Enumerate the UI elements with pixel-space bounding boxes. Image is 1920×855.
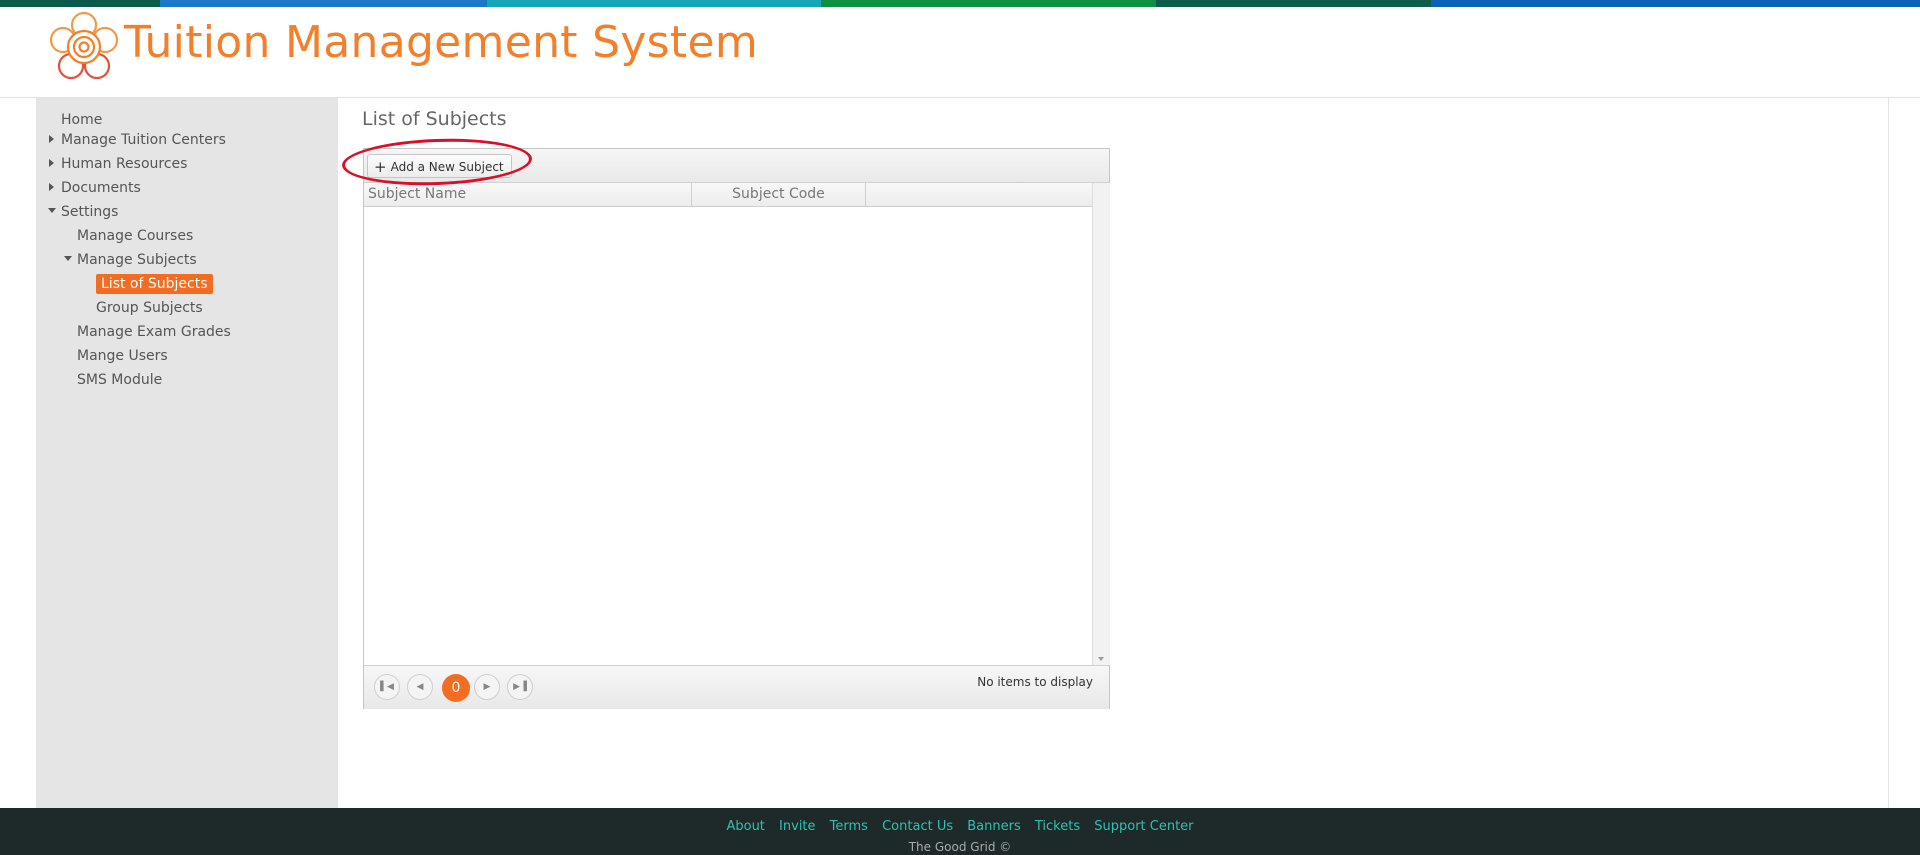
next-page-button[interactable]: ▶ — [474, 674, 500, 700]
flower-logo-icon[interactable] — [48, 11, 120, 83]
sidebar-item-human-resources[interactable]: Human Resources — [61, 154, 187, 174]
topbar-segment — [1431, 0, 1920, 7]
sidebar-item-sms-module[interactable]: SMS Module — [77, 370, 162, 390]
sidebar-item-list-of-subjects[interactable]: List of Subjects — [96, 274, 213, 294]
column-actions — [865, 183, 1093, 206]
subjects-grid: + Add a New Subject Subject Name Subject … — [363, 148, 1110, 709]
first-page-icon: ▌◀ — [380, 682, 394, 692]
collapse-arrow-icon[interactable] — [64, 256, 72, 261]
topbar-segment — [821, 0, 1156, 7]
first-page-button[interactable]: ▌◀ — [374, 674, 400, 700]
app-title: Tuition Management System — [124, 17, 758, 68]
pager-info: No items to display — [977, 675, 1093, 689]
grid-content — [364, 207, 1092, 665]
previous-page-button[interactable]: ◀ — [407, 674, 433, 700]
footer-link-invite[interactable]: Invite — [779, 819, 815, 834]
app-header: Tuition Management System — [0, 7, 1920, 98]
grid-column-header: Subject Name Subject Code — [364, 183, 1109, 207]
footer-link-tickets[interactable]: Tickets — [1035, 819, 1080, 834]
sidebar-item-manage-exam-grades[interactable]: Manage Exam Grades — [77, 322, 231, 342]
page-title: List of Subjects — [362, 108, 507, 130]
topbar-segment — [160, 0, 487, 7]
footer-link-about[interactable]: About — [726, 819, 764, 834]
footer-link-support-center[interactable]: Support Center — [1094, 819, 1193, 834]
expand-arrow-icon[interactable] — [49, 135, 54, 143]
next-page-icon: ▶ — [483, 682, 491, 692]
topbar-segment — [0, 0, 160, 7]
scroll-down-icon[interactable] — [1098, 657, 1104, 661]
sidebar-item-manage-subjects[interactable]: Manage Subjects — [77, 250, 197, 270]
sidebar-item-manage-tuition-centers[interactable]: Manage Tuition Centers — [61, 130, 226, 150]
expand-arrow-icon[interactable] — [49, 183, 54, 191]
column-subject-name[interactable]: Subject Name — [364, 183, 692, 206]
expand-arrow-icon[interactable] — [49, 159, 54, 167]
vertical-scrollbar[interactable] — [1092, 183, 1110, 665]
last-page-button[interactable]: ▶▐ — [507, 674, 533, 700]
grid-pager: ▌◀ ◀ 0 ▶ ▶▐ No items to display — [364, 665, 1109, 709]
footer-link-banners[interactable]: Banners — [967, 819, 1020, 834]
footer: About Invite Terms Contact Us Banners Ti… — [0, 808, 1920, 855]
sidebar-item-manage-courses[interactable]: Manage Courses — [77, 226, 193, 246]
column-subject-code[interactable]: Subject Code — [692, 183, 866, 206]
current-page-number[interactable]: 0 — [442, 674, 470, 702]
footer-link-terms[interactable]: Terms — [830, 819, 868, 834]
sidebar: Home Manage Tuition Centers Human Resour… — [36, 98, 338, 808]
collapse-arrow-icon[interactable] — [48, 208, 56, 213]
topbar-segment — [487, 0, 821, 7]
previous-page-icon: ◀ — [416, 682, 424, 692]
last-page-icon: ▶▐ — [513, 682, 527, 692]
footer-copyright: The Good Grid © — [908, 840, 1012, 854]
sidebar-item-documents[interactable]: Documents — [61, 178, 141, 198]
sidebar-item-settings[interactable]: Settings — [61, 202, 118, 222]
sidebar-item-home[interactable]: Home — [61, 110, 102, 130]
sidebar-item-mange-users[interactable]: Mange Users — [77, 346, 168, 366]
sidebar-item-group-subjects[interactable]: Group Subjects — [96, 298, 203, 318]
content-border — [1888, 98, 1889, 808]
top-color-bar — [0, 0, 1920, 7]
footer-link-contact-us[interactable]: Contact Us — [882, 819, 953, 834]
footer-links: About Invite Terms Contact Us Banners Ti… — [0, 819, 1920, 834]
topbar-segment — [1156, 0, 1431, 7]
